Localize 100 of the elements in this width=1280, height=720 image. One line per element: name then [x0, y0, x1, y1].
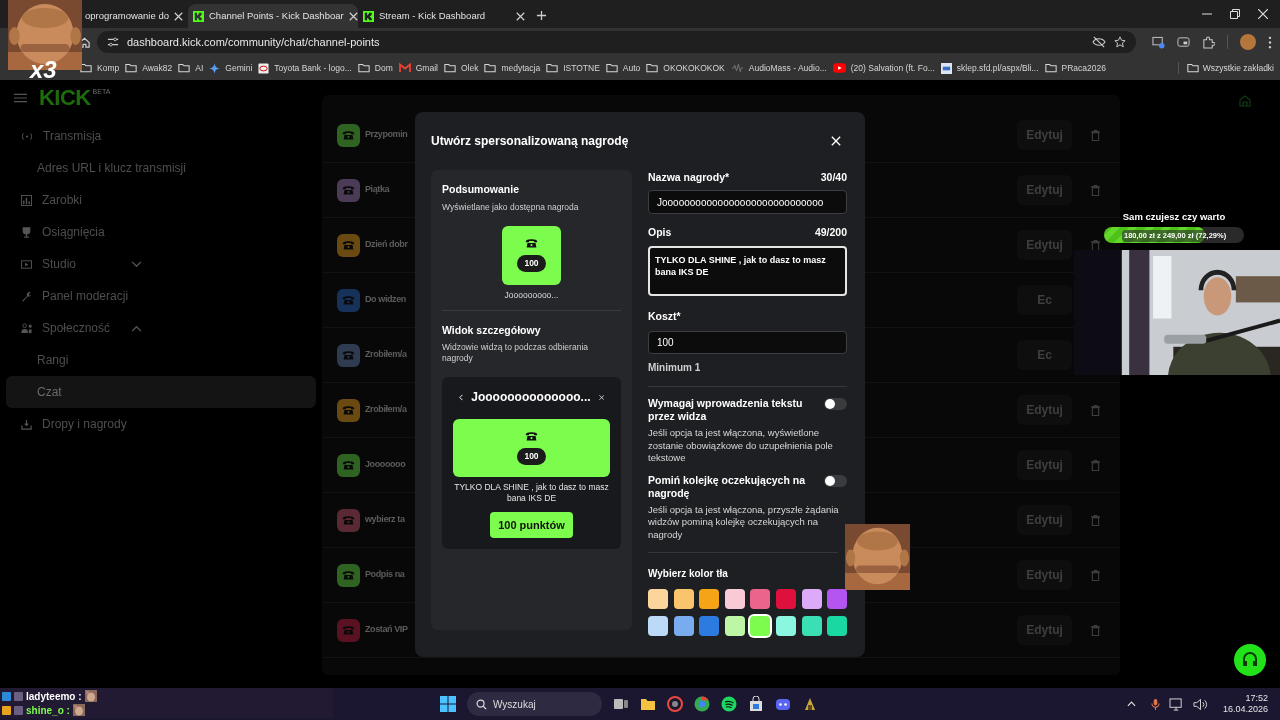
- folder-icon: [443, 63, 456, 73]
- section-heading: Widok szczegółowy: [442, 323, 542, 339]
- color-swatch[interactable]: [699, 616, 720, 636]
- browser-icon[interactable]: [694, 696, 710, 712]
- start-icon[interactable]: [440, 696, 456, 712]
- address-bar[interactable]: dashboard.kick.com/community/chat/channel-points: [97, 31, 1136, 53]
- chart-icon: [21, 194, 32, 206]
- color-swatch[interactable]: [801, 616, 822, 636]
- app-icon[interactable]: [667, 696, 683, 712]
- speaker-icon[interactable]: [1192, 697, 1208, 711]
- color-swatch[interactable]: [775, 589, 796, 609]
- color-swatch[interactable]: [724, 589, 745, 609]
- menu-icon[interactable]: [1268, 35, 1272, 49]
- folder-icon: [646, 63, 659, 73]
- bookmark[interactable]: Komp: [80, 61, 120, 75]
- close-icon[interactable]: [598, 392, 604, 402]
- toggle-switch[interactable]: [824, 398, 847, 410]
- monitor-icon[interactable]: [1168, 697, 1184, 711]
- color-swatch[interactable]: [750, 616, 771, 636]
- color-swatch[interactable]: [699, 589, 720, 609]
- bookmark[interactable]: OKOKOKOKOK: [646, 61, 725, 75]
- telephone-icon: [525, 431, 538, 442]
- bookmark[interactable]: sklep.sfd.pl/aspx/Bli...: [940, 61, 1039, 75]
- extension-icon[interactable]: [1152, 35, 1165, 49]
- color-swatch[interactable]: [750, 589, 771, 609]
- bookmark[interactable]: (20) Salvation (ft. Fo...: [832, 61, 935, 75]
- restore-icon[interactable]: [1230, 9, 1240, 19]
- telephone-icon: [342, 625, 355, 635]
- color-swatch[interactable]: [648, 616, 668, 636]
- color-swatch[interactable]: [775, 616, 796, 636]
- url-text: dashboard.kick.com/community/chat/channel-points: [127, 34, 381, 50]
- close-icon[interactable]: [516, 11, 525, 21]
- chevron-down-icon[interactable]: [131, 260, 142, 268]
- bookmark[interactable]: Wszystkie zakładki: [1177, 61, 1274, 75]
- color-swatch[interactable]: [648, 589, 668, 609]
- reward-name: Zrobiłem/a: [365, 348, 407, 362]
- extensions-icon[interactable]: [1202, 35, 1215, 49]
- close-icon[interactable]: [348, 11, 358, 21]
- eye-off-icon[interactable]: [1092, 36, 1106, 48]
- bookmark[interactable]: Auto: [605, 61, 641, 75]
- clock-date[interactable]: 16.04.2026: [1222, 704, 1268, 715]
- chat-app-icon[interactable]: [775, 696, 791, 712]
- browser-tab[interactable]: Channel Points - Kick Dashboar: [188, 4, 358, 28]
- clock-time[interactable]: 17:52: [1245, 693, 1268, 704]
- bookmark[interactable]: Dom: [357, 61, 393, 75]
- picture-in-picture-icon[interactable]: [1177, 35, 1190, 49]
- reward-name: Jooooooooo...: [504, 288, 559, 302]
- color-swatch[interactable]: [673, 589, 694, 609]
- store-icon[interactable]: [748, 696, 764, 712]
- close-icon[interactable]: [174, 11, 183, 21]
- close-icon[interactable]: [1258, 9, 1268, 19]
- site-settings-icon[interactable]: [107, 36, 119, 48]
- folder-icon: [605, 63, 618, 73]
- telephone-icon: [342, 515, 355, 525]
- toggle-description: Jeśli opcja ta jest włączona, wyświetlone zostanie obowiązkowe do uzupełnienia pole tekstowe: [648, 427, 834, 465]
- broadcast-icon: [21, 131, 33, 141]
- color-swatch[interactable]: [801, 589, 822, 609]
- folder-icon[interactable]: [640, 696, 656, 712]
- browser-tab[interactable]: Stream - Kick Dashboard: [358, 4, 530, 28]
- bookmark[interactable]: Toyota Bank - logo...: [258, 61, 352, 75]
- toggle-description: Jeśli opcja ta jest włączona, przyszłe żądania widzów pominą kolejkę oczekujących na nagrody: [648, 503, 840, 541]
- bookmark[interactable]: PRaca2026: [1044, 61, 1106, 75]
- dialog-title: Utwórz spersonalizowaną nagrodę: [431, 133, 629, 150]
- input-field[interactable]: Jooooooooooooooooooooooooooooo: [648, 190, 847, 214]
- toggle-switch[interactable]: [824, 474, 847, 487]
- color-swatch[interactable]: [724, 616, 745, 636]
- wrench-icon: [21, 290, 32, 302]
- color-swatch[interactable]: [827, 616, 848, 636]
- site-icon: [940, 62, 952, 74]
- browser-tab[interactable]: oprogramowanie do: [80, 4, 188, 28]
- toggle-label: Pomiń kolejkę oczekujących na nagrodę: [648, 473, 806, 500]
- avatar[interactable]: [1240, 34, 1256, 50]
- bookmark[interactable]: Gemini: [209, 61, 253, 75]
- color-swatch[interactable]: [827, 589, 848, 609]
- bookmark[interactable]: AI: [178, 61, 204, 75]
- app-icon[interactable]: [802, 696, 818, 712]
- support-button-icon[interactable]: [1234, 644, 1266, 676]
- input-field[interactable]: 100: [648, 331, 847, 354]
- bookmark[interactable]: AudioMass - Audio...: [730, 61, 827, 75]
- bookmark[interactable]: ISTOTNE: [546, 61, 600, 75]
- bookmark[interactable]: Olek: [443, 61, 479, 75]
- telephone-icon: [342, 405, 355, 415]
- star-icon[interactable]: [1114, 36, 1126, 48]
- redeem-button[interactable]: 100 punktów: [490, 512, 573, 538]
- bookmark[interactable]: medytacja: [484, 61, 541, 75]
- folder-icon: [357, 63, 370, 73]
- video-icon: [21, 258, 32, 270]
- bookmark[interactable]: Gmail: [398, 61, 438, 75]
- music-app-icon[interactable]: [721, 696, 737, 712]
- color-swatch[interactable]: [673, 616, 694, 636]
- bookmark[interactable]: Awak82: [125, 61, 173, 75]
- reward-name: Do widzen: [365, 293, 406, 307]
- microphone-icon[interactable]: [1150, 697, 1160, 711]
- new-tab-icon[interactable]: [536, 10, 547, 21]
- field-hint: Minimum 1: [648, 361, 702, 375]
- sparkle-icon: [209, 62, 221, 74]
- search-field[interactable]: Wyszukaj: [467, 692, 602, 716]
- text-area[interactable]: TYLKO DLA SHINE , jak to dasz to masz bana IKS DE: [648, 246, 847, 296]
- task-view-icon[interactable]: [613, 696, 629, 712]
- trophy-icon: [21, 226, 32, 238]
